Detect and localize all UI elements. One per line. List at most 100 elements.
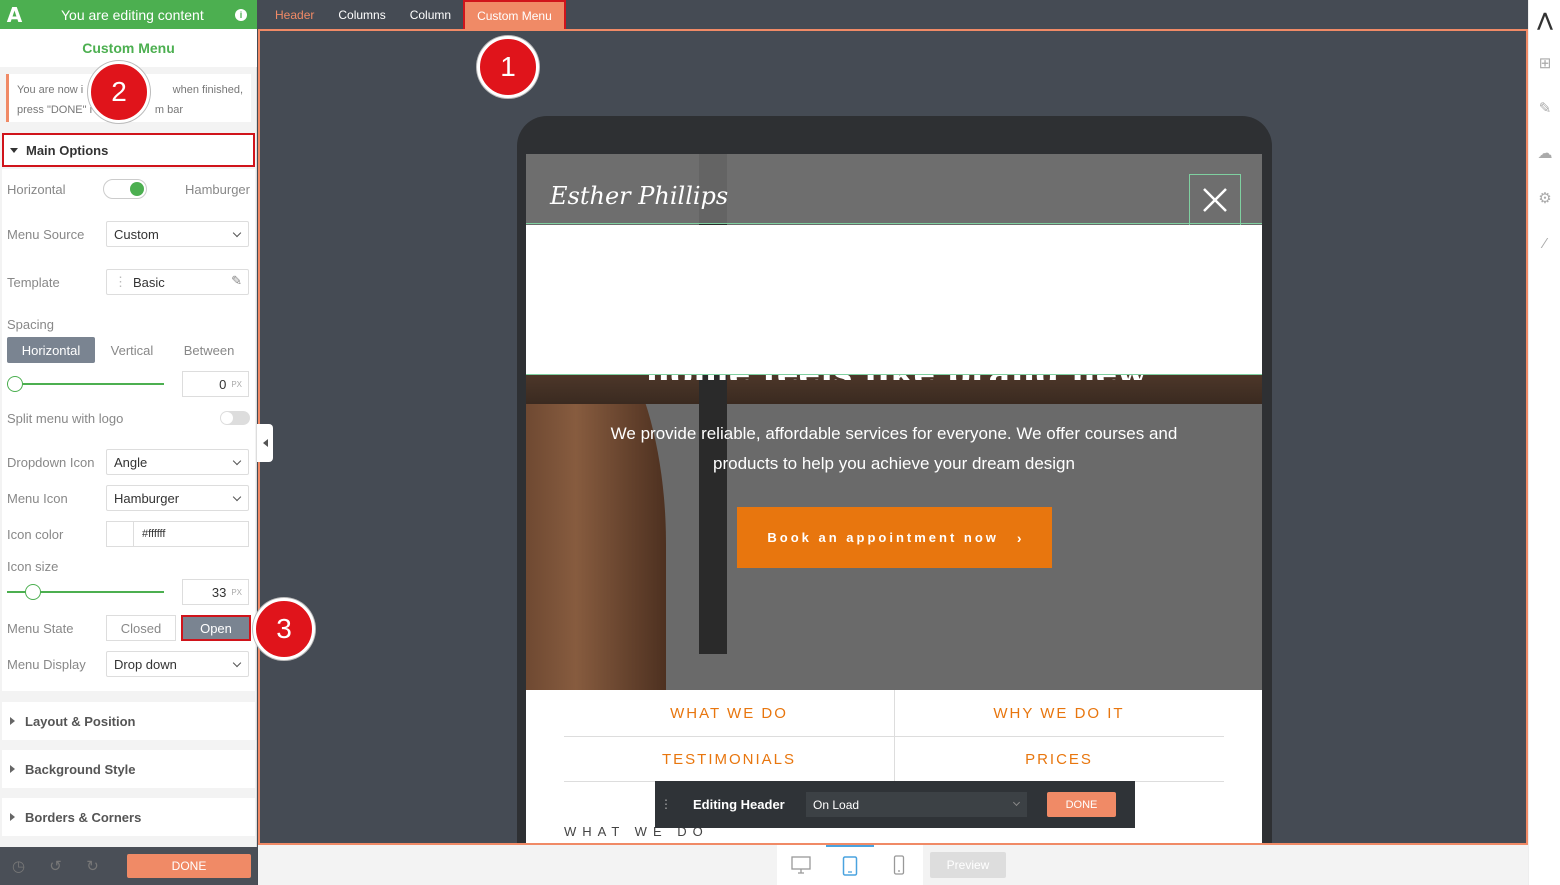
pencil-icon[interactable]: ✎ bbox=[231, 273, 242, 289]
chevron-down-icon bbox=[232, 658, 242, 668]
menu-source-value: Custom bbox=[114, 226, 159, 242]
spacing-tab-horizontal[interactable]: Horizontal bbox=[7, 337, 95, 363]
trigger-value: On Load bbox=[813, 797, 860, 812]
preview-button[interactable]: Preview bbox=[930, 852, 1006, 878]
spacing-slider-knob[interactable] bbox=[7, 376, 23, 392]
add-element-icon[interactable]: ⊞ bbox=[1529, 47, 1560, 79]
spacing-input[interactable]: 0 PX bbox=[182, 371, 249, 397]
menu-state-closed-button[interactable]: Closed bbox=[106, 615, 176, 641]
editing-header-bar: ⋮ Editing Header On Load DONE bbox=[655, 781, 1135, 828]
device-switcher bbox=[777, 845, 923, 885]
book-appointment-button[interactable]: Book an appointment now › bbox=[737, 507, 1052, 568]
menu-state-open-button[interactable]: Open bbox=[181, 615, 251, 641]
menu-icon-select[interactable]: Hamburger bbox=[106, 485, 249, 511]
brand-logo-icon[interactable]: ⋀ bbox=[1529, 4, 1560, 36]
spacing-slider-track[interactable] bbox=[7, 383, 164, 385]
caret-right-icon bbox=[10, 813, 15, 821]
menu-icon-value: Hamburger bbox=[114, 490, 180, 506]
desktop-icon[interactable] bbox=[777, 845, 826, 885]
breadcrumb-columns[interactable]: Columns bbox=[326, 0, 397, 29]
icon-size-label-row: Icon size bbox=[2, 557, 255, 575]
icon-color-input[interactable]: #ffffff bbox=[133, 521, 249, 547]
menu-state-row: Menu State Closed Open bbox=[2, 615, 255, 641]
nav-divider bbox=[894, 690, 895, 782]
nav-what-we-do[interactable]: WHAT WE DO bbox=[564, 690, 894, 736]
dropdown-icon-row: Dropdown Icon Angle bbox=[2, 449, 255, 475]
dropdown-icon-select[interactable]: Angle bbox=[106, 449, 249, 475]
mobile-glyph bbox=[893, 855, 904, 875]
section-layout-position[interactable]: Layout & Position bbox=[2, 702, 255, 740]
spacing-row: Spacing bbox=[2, 315, 255, 333]
dropdown-icon-value: Angle bbox=[114, 454, 148, 470]
chevron-right-icon: › bbox=[1016, 529, 1022, 546]
site-header: Esther Phillips bbox=[526, 154, 1262, 226]
menu-display-select[interactable]: Drop down bbox=[106, 651, 249, 677]
icon-size-slider-knob[interactable] bbox=[25, 584, 41, 600]
spacing-unit: PX bbox=[231, 379, 242, 389]
icon-size-value: 33 bbox=[211, 584, 227, 600]
icon-color-label: Icon color bbox=[7, 526, 64, 542]
menu-source-select[interactable]: Custom bbox=[106, 221, 249, 247]
done-button[interactable]: DONE bbox=[127, 854, 251, 878]
note-text-2b: m bar bbox=[154, 104, 183, 116]
tablet-icon[interactable] bbox=[825, 845, 875, 885]
main-options-header[interactable]: Main Options bbox=[2, 133, 255, 167]
spacing-tabs: Horizontal Vertical Between bbox=[2, 337, 255, 363]
icon-size-unit: PX bbox=[231, 587, 242, 597]
editing-done-button[interactable]: DONE bbox=[1047, 792, 1116, 817]
breadcrumb: Header Columns Column Custom Menu bbox=[257, 0, 1528, 31]
spacing-tab-vertical[interactable]: Vertical bbox=[102, 337, 162, 363]
mobile-icon[interactable] bbox=[874, 845, 923, 885]
chevron-down-icon bbox=[232, 456, 242, 466]
section-label: Layout & Position bbox=[25, 713, 136, 729]
icon-size-slider-row: 33 PX bbox=[2, 579, 255, 605]
split-menu-toggle[interactable] bbox=[220, 411, 250, 425]
redo-icon[interactable]: ↻ bbox=[74, 847, 111, 885]
nav-testimonials[interactable]: TESTIMONIALS bbox=[564, 736, 894, 782]
nav-prices[interactable]: PRICES bbox=[894, 736, 1224, 782]
cloud-icon[interactable]: ☁ bbox=[1529, 137, 1560, 169]
template-select[interactable]: ⋮ Basic ✎ bbox=[106, 269, 249, 295]
breadcrumb-column[interactable]: Column bbox=[398, 0, 463, 29]
menu-icon-label: Menu Icon bbox=[7, 490, 68, 506]
gear-icon[interactable]: ⚙ bbox=[1529, 182, 1560, 214]
breadcrumb-header[interactable]: Header bbox=[257, 0, 326, 29]
open-menu-panel bbox=[526, 225, 1262, 375]
note-text-1b: when finished, bbox=[172, 84, 243, 96]
breadcrumb-custom-menu[interactable]: Custom Menu bbox=[463, 0, 566, 31]
main-options-body: Horizontal Hamburger Menu Source Custom … bbox=[2, 169, 255, 691]
nav-grid: WHAT WE DO WHY WE DO IT TESTIMONIALS PRI… bbox=[564, 690, 1224, 782]
ab-test-icon[interactable]: ⁄ bbox=[1529, 227, 1560, 259]
info-icon[interactable]: i bbox=[235, 8, 247, 21]
app-logo-icon[interactable]: A bbox=[0, 0, 29, 29]
spacing-value: 0 bbox=[219, 376, 227, 392]
site-logo[interactable]: Esther Phillips bbox=[550, 182, 728, 210]
layout-toggle[interactable] bbox=[103, 179, 147, 199]
icon-size-input[interactable]: 33 PX bbox=[182, 579, 249, 605]
toggle-knob bbox=[221, 412, 233, 424]
device-bar: Preview bbox=[258, 845, 1528, 885]
template-value: Basic bbox=[133, 274, 165, 290]
spacing-tab-between[interactable]: Between bbox=[178, 337, 240, 363]
brush-icon[interactable]: ✎ bbox=[1529, 92, 1560, 124]
collapse-panel-handle[interactable] bbox=[257, 424, 273, 462]
caret-down-icon bbox=[10, 147, 18, 153]
main-options-label: Main Options bbox=[26, 142, 109, 158]
left-panel: A You are editing content i Custom Menu … bbox=[0, 0, 257, 885]
icon-color-swatch[interactable] bbox=[106, 521, 134, 547]
menu-source-label: Menu Source bbox=[7, 226, 85, 242]
left-bottom-bar: ◷ ↺ ↻ DONE bbox=[0, 847, 257, 885]
drag-handle-icon[interactable]: ⋮ bbox=[660, 798, 678, 810]
undo-icon[interactable]: ↺ bbox=[37, 847, 74, 885]
menu-close-button[interactable] bbox=[1189, 174, 1241, 226]
tablet-glyph bbox=[842, 856, 858, 876]
nav-why-we-do-it[interactable]: WHY WE DO IT bbox=[894, 690, 1224, 736]
horizontal-label: Horizontal bbox=[7, 181, 66, 197]
history-icon[interactable]: ◷ bbox=[0, 847, 37, 885]
editing-top-bar: A You are editing content i bbox=[0, 0, 257, 29]
trigger-select[interactable]: On Load bbox=[806, 792, 1027, 817]
annotation-marker-1: 1 bbox=[477, 36, 539, 98]
section-borders-corners[interactable]: Borders & Corners bbox=[2, 798, 255, 836]
section-background-style[interactable]: Background Style bbox=[2, 750, 255, 788]
menu-source-row: Menu Source Custom bbox=[2, 221, 255, 247]
